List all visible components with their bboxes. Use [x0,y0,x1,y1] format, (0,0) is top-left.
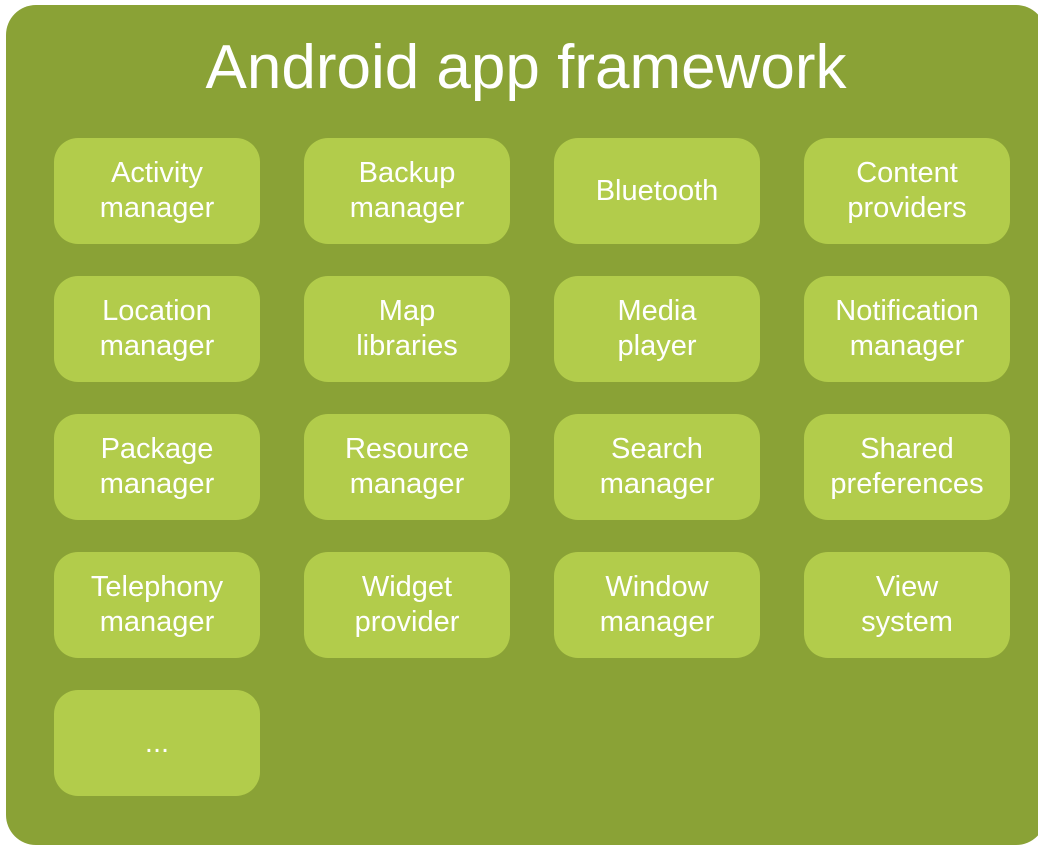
component-grid: Activity manager Backup manager Bluetoot… [54,138,1014,796]
android-app-framework-container: Android app framework Activity manager B… [6,5,1038,845]
component-shared-preferences: Shared preferences [804,414,1010,520]
component-more-ellipsis: ... [54,690,260,796]
component-package-manager: Package manager [54,414,260,520]
component-activity-manager: Activity manager [54,138,260,244]
component-media-player: Media player [554,276,760,382]
component-search-manager: Search manager [554,414,760,520]
component-map-libraries: Map libraries [304,276,510,382]
component-location-manager: Location manager [54,276,260,382]
component-window-manager: Window manager [554,552,760,658]
component-resource-manager: Resource manager [304,414,510,520]
component-view-system: View system [804,552,1010,658]
component-bluetooth: Bluetooth [554,138,760,244]
component-content-providers: Content providers [804,138,1010,244]
component-telephony-manager: Telephony manager [54,552,260,658]
diagram-title: Android app framework [205,33,847,102]
component-notification-manager: Notification manager [804,276,1010,382]
component-widget-provider: Widget provider [304,552,510,658]
component-backup-manager: Backup manager [304,138,510,244]
